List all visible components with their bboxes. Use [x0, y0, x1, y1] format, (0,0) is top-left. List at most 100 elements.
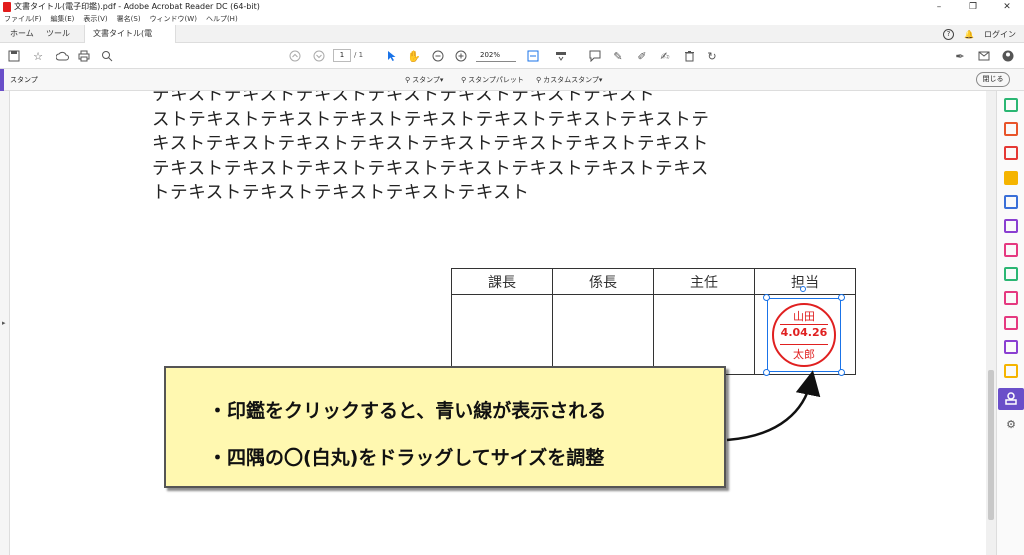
- header-kakaricho: 係長: [552, 268, 654, 295]
- header-kacho: 課長: [451, 268, 553, 295]
- login-link[interactable]: ログイン: [984, 29, 1016, 40]
- seal-name-bottom: 太郎: [793, 348, 815, 361]
- comment-icon[interactable]: [1004, 171, 1018, 185]
- send-icon[interactable]: [1004, 195, 1018, 209]
- close-stamp-tool-button[interactable]: 閉じる: [976, 72, 1010, 87]
- tab-document[interactable]: 文書タイトル(電子... ×: [84, 25, 176, 56]
- custom-stamp-icon: ⚲: [536, 76, 542, 84]
- comment-icon[interactable]: [587, 48, 603, 64]
- text-line: テキストテキストテキストテキストテキストテキストテキストテキス: [152, 158, 709, 179]
- left-nav-collapsed[interactable]: ▸: [0, 91, 10, 555]
- stamp-palette-label: スタンプパレット: [468, 76, 524, 84]
- tools-settings-icon[interactable]: ⚙: [1004, 418, 1018, 432]
- page-total: / 1: [354, 51, 364, 59]
- text-line: ストテキストテキストテキストテキストテキストテキストテキストテ: [152, 109, 710, 130]
- scrollbar-thumb[interactable]: [988, 370, 994, 520]
- export-pdf-icon[interactable]: [1004, 98, 1018, 112]
- hanko-stamp[interactable]: 山田 4.04.26 太郎: [763, 286, 845, 376]
- request-signature-icon[interactable]: [1004, 340, 1018, 354]
- hand-tool-icon[interactable]: ✋: [406, 48, 422, 64]
- save-icon[interactable]: [6, 48, 22, 64]
- edit-pdf-icon[interactable]: [1004, 243, 1018, 257]
- menu-edit[interactable]: 編集(E): [51, 14, 75, 25]
- menu-sign[interactable]: 署名(S): [117, 14, 141, 25]
- fill-sign-icon[interactable]: ✍: [657, 48, 673, 64]
- tab-home[interactable]: ホーム: [2, 25, 42, 43]
- stamp-tool-selected-icon[interactable]: [998, 388, 1024, 410]
- stamp-icon: ⚲: [405, 76, 411, 84]
- more-tools-icon[interactable]: [1004, 364, 1018, 378]
- stamp-palette-icon: ⚲: [461, 76, 467, 84]
- custom-stamp-label: カスタムスタンプ▾: [543, 76, 603, 84]
- share-user-icon[interactable]: [1000, 48, 1016, 64]
- main-toolbar: ☆ 1 / 1 ✋ 202% ✎ ✐ ✍ ↻ ✒: [0, 43, 1024, 69]
- resize-handle-bottom-left[interactable]: [763, 369, 770, 376]
- help-icon[interactable]: ?: [943, 28, 955, 40]
- scan-icon[interactable]: [1004, 267, 1018, 281]
- protect-icon[interactable]: [1004, 316, 1018, 330]
- menu-window[interactable]: ウィンドウ(W): [150, 14, 197, 25]
- fit-page-icon[interactable]: [525, 48, 541, 64]
- menu-file[interactable]: ファイル(F): [4, 14, 42, 25]
- rotate-icon[interactable]: ↻: [704, 48, 720, 64]
- organize-pages-icon[interactable]: [1004, 122, 1018, 136]
- header-shunin: 主任: [653, 268, 755, 295]
- tab-bar: ホーム ツール 文書タイトル(電子... × ? 🔔 ログイン: [0, 25, 1024, 56]
- callout-line-1: ・印鑑をクリックすると、青い線が表示される: [208, 400, 607, 422]
- zoom-in-icon[interactable]: [453, 48, 469, 64]
- tool-accent-bar: [0, 69, 4, 91]
- stamp-palette-button[interactable]: ⚲ スタンプパレット: [461, 69, 524, 91]
- email-icon[interactable]: [976, 48, 992, 64]
- seal-divider-top: [780, 324, 828, 325]
- maximize-button[interactable]: ❐: [956, 0, 990, 14]
- zoom-level-select[interactable]: 202%: [476, 49, 516, 62]
- hanko-seal: 山田 4.04.26 太郎: [772, 303, 836, 367]
- select-cursor-icon[interactable]: [384, 48, 400, 64]
- stamp-toolbar: スタンプ ⚲ スタンプ▾ ⚲ スタンプパレット ⚲ カスタムスタンプ▾ 閉じる: [0, 69, 1024, 91]
- close-window-button[interactable]: ✕: [990, 0, 1024, 14]
- callout-line-2: ・四隅の〇(白丸)をドラッグしてサイズを調整: [208, 447, 605, 469]
- page-up-icon[interactable]: [287, 48, 303, 64]
- page-number-input[interactable]: 1: [333, 49, 351, 62]
- stamp-cell-kakaricho: [552, 294, 654, 375]
- highlight-pen-icon[interactable]: ✎: [610, 48, 626, 64]
- notification-bell-icon[interactable]: 🔔: [964, 30, 974, 39]
- draw-freehand-icon[interactable]: ✐: [634, 48, 650, 64]
- zoom-out-icon[interactable]: [430, 48, 446, 64]
- tab-bar-right: ? 🔔 ログイン: [943, 25, 1016, 43]
- delete-trash-icon[interactable]: [681, 48, 697, 64]
- bookmark-star-icon[interactable]: ☆: [30, 48, 46, 64]
- stamp-menu-label: スタンプ▾: [412, 76, 444, 84]
- acrobat-app-icon: [3, 2, 11, 12]
- resize-handle-top-left[interactable]: [763, 294, 770, 301]
- menu-help[interactable]: ヘルプ(H): [206, 14, 238, 25]
- sign-icon[interactable]: [1004, 291, 1018, 305]
- stamp-tool-label: スタンプ: [10, 76, 38, 84]
- text-line: トテキストテキストテキストテキストテキスト: [152, 183, 530, 203]
- page-down-icon[interactable]: [311, 48, 327, 64]
- text-line: テキストテキストテキストテキストテキストテキストテキスト: [152, 91, 656, 105]
- right-tools-pane: ⚙: [996, 91, 1024, 555]
- search-icon[interactable]: [99, 48, 115, 64]
- rotate-handle[interactable]: [800, 286, 806, 292]
- sign-pen-icon[interactable]: ✒: [952, 48, 968, 64]
- instruction-callout: ・印鑑をクリックすると、青い線が表示される ・四隅の〇(白丸)をドラッグしてサイ…: [164, 366, 726, 488]
- print-icon[interactable]: [76, 48, 92, 64]
- cloud-upload-icon[interactable]: [54, 48, 70, 64]
- scroll-mode-icon[interactable]: [553, 48, 569, 64]
- menu-view[interactable]: 表示(V): [83, 14, 107, 25]
- custom-stamp-button[interactable]: ⚲ カスタムスタンプ▾: [536, 69, 602, 91]
- tab-tools[interactable]: ツール: [38, 25, 78, 43]
- stamp-cell-kacho: [451, 294, 553, 375]
- create-pdf-icon[interactable]: [1004, 146, 1018, 160]
- resize-handle-top-right[interactable]: [838, 294, 845, 301]
- resize-handle-bottom-right[interactable]: [838, 369, 845, 376]
- menu-bar: ファイル(F) 編集(E) 表示(V) 署名(S) ウィンドウ(W) ヘルプ(H…: [0, 14, 1024, 25]
- title-bar: 文書タイトル(電子印鑑).pdf - Adobe Acrobat Reader …: [0, 0, 1024, 14]
- seal-date: 4.04.26: [780, 326, 828, 339]
- minimize-button[interactable]: –: [922, 0, 956, 14]
- text-line: キストテキストテキストテキストテキストテキストテキストテキスト: [152, 134, 709, 154]
- stamp-menu-button[interactable]: ⚲ スタンプ▾: [405, 69, 443, 91]
- expand-arrow-icon[interactable]: ▸: [2, 319, 6, 327]
- fill-sign-icon[interactable]: [1004, 219, 1018, 233]
